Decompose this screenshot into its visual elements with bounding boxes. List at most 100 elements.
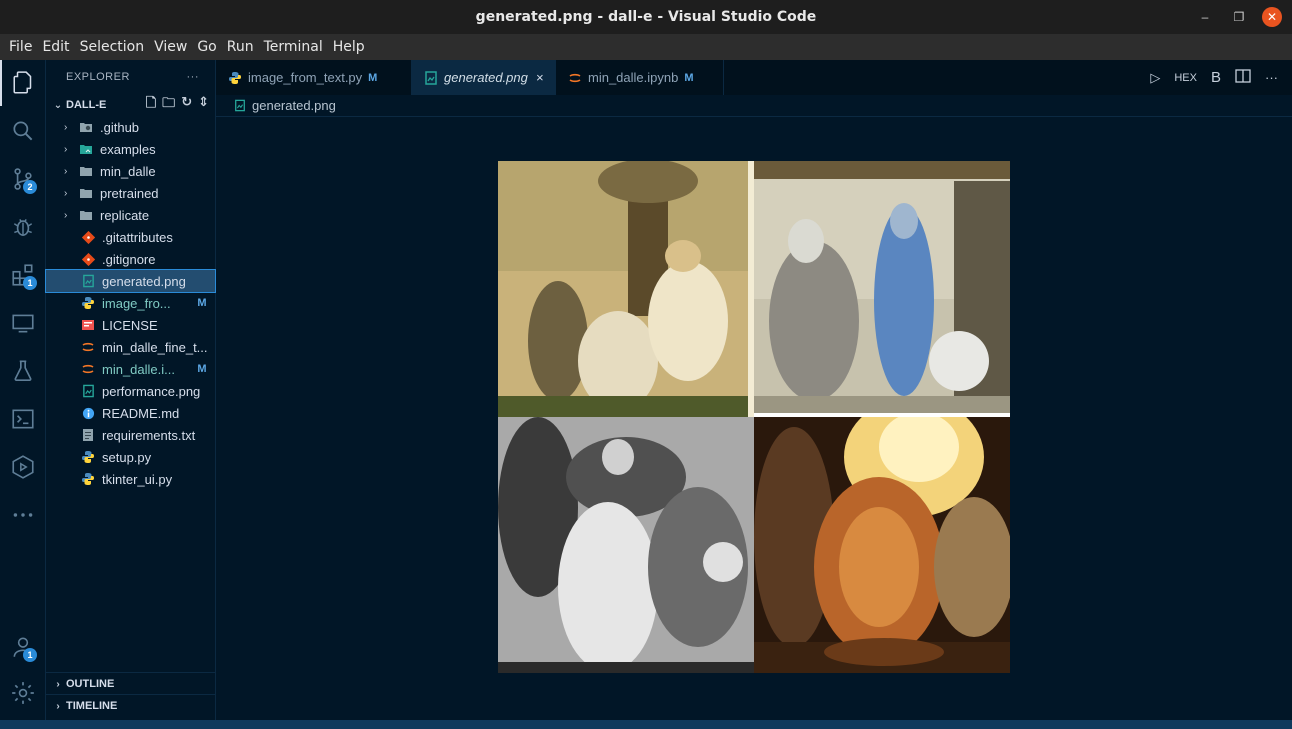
folder-icon [78,185,94,201]
menu-go[interactable]: Go [192,39,221,55]
tree-file[interactable]: setup.py [46,446,215,468]
search-activity[interactable] [0,108,46,154]
tree-item-label: performance.png [102,383,201,399]
chevron-down-icon: ⌄ [53,99,63,111]
workspace-folder-name: DALL-E [66,99,107,111]
image-tile-fire [754,417,1010,673]
tab-generated-png[interactable]: generated.png × [412,60,556,95]
tree-folder[interactable]: › examples [46,138,215,160]
tree-file[interactable]: LICENSE [46,314,215,336]
status-bar [0,720,1292,729]
tree-item-label: pretrained [100,185,159,201]
run-button[interactable]: ▷ [1150,70,1160,86]
explorer-sidebar: EXPLORER ··· ⌄ DALL-E 🗋 🗀 ↻ ⇕ › .github › e… [45,60,216,720]
tree-item-label: .gitignore [102,251,156,267]
new-folder-icon[interactable]: 🗀 [162,94,175,116]
debug-activity[interactable] [0,204,46,250]
gear-icon [12,682,34,704]
explorer-actions: 🗋 🗀 ↻ ⇕ [146,94,215,116]
image-icon [234,99,246,112]
close-tab-icon[interactable]: × [536,70,544,85]
tree-file[interactable]: requirements.txt [46,424,215,446]
image-icon [80,383,96,399]
timeline-section[interactable]: › TIMELINE [46,694,216,717]
tree-file[interactable]: .gitignore [46,248,215,270]
source-control-activity[interactable]: 2 [0,156,46,202]
terminal-activity[interactable] [0,396,46,442]
outline-title: OUTLINE [66,678,115,690]
ellipsis-icon [13,513,33,517]
menu-edit[interactable]: Edit [37,39,74,55]
jupyter-icon [568,71,582,85]
text-file-icon [80,427,96,443]
tree-folder[interactable]: › replicate [46,204,215,226]
tree-folder[interactable]: › pretrained [46,182,215,204]
chevron-right-icon: › [64,143,68,155]
workspace-folder-header[interactable]: ⌄ DALL-E 🗋 🗀 ↻ ⇕ [46,94,215,116]
git-icon [80,229,96,245]
tree-file[interactable]: image_fro... M [46,292,215,314]
new-file-icon[interactable]: 🗋 [146,94,156,116]
maximize-button[interactable]: ❐ [1222,0,1256,34]
modified-marker: M [684,71,694,84]
tree-file[interactable]: README.md [46,402,215,424]
tree-file[interactable]: min_dalle.i... M [46,358,215,380]
tab-label: image_from_text.py [248,70,363,85]
tree-item-label: README.md [102,405,180,421]
tree-file[interactable]: generated.png [45,269,216,293]
manage-activity[interactable] [0,670,46,716]
image-tile-blue [754,161,1010,417]
breadcrumb-file[interactable]: generated.png [252,98,336,113]
tree-file[interactable]: .gitattributes [46,226,215,248]
explorer-title: EXPLORER [66,71,130,83]
refresh-icon[interactable]: ↻ [181,94,192,116]
bold-button[interactable]: B [1211,69,1221,86]
chevron-right-icon: › [56,700,60,712]
testing-activity[interactable] [0,348,46,394]
tree-item-label: image_fro... [102,295,171,311]
flask-icon [14,360,32,382]
menu-selection[interactable]: Selection [75,39,150,55]
run-extension-activity[interactable] [0,444,46,490]
jupyter-icon [80,339,96,355]
collapse-all-icon[interactable]: ⇕ [198,94,209,116]
image-icon [80,273,96,289]
explorer-more-button[interactable]: ··· [187,71,200,83]
more-actions-button[interactable]: ··· [1265,70,1278,85]
menu-terminal[interactable]: Terminal [259,39,328,55]
tree-file[interactable]: min_dalle_fine_t... [46,336,215,358]
extensions-activity[interactable]: 1 [0,252,46,298]
explorer-activity[interactable] [0,60,46,106]
modified-marker: M [368,71,378,84]
tab-image-from-text[interactable]: image_from_text.py M [216,60,412,95]
tree-file[interactable]: tkinter_ui.py [46,468,215,490]
menu-file[interactable]: File [4,39,37,55]
tree-item-label: LICENSE [102,317,158,333]
chevron-right-icon: › [64,209,68,221]
tree-folder[interactable]: › min_dalle [46,160,215,182]
folder-icon [78,163,94,179]
chevron-right-icon: › [56,678,60,690]
generated-image[interactable] [498,161,1010,673]
bug-icon [13,218,33,236]
remote-explorer-activity[interactable] [0,300,46,346]
breadcrumb: generated.png [216,95,1292,117]
tree-item-label: min_dalle_fine_t... [102,339,208,355]
accounts-activity[interactable]: 1 [0,624,46,670]
tree-file[interactable]: performance.png [46,380,215,402]
explorer-header: EXPLORER ··· [46,60,215,94]
tab-min-dalle-ipynb[interactable]: min_dalle.ipynb M [556,60,724,95]
tree-folder[interactable]: › .github [46,116,215,138]
hex-button[interactable]: HEX [1174,72,1197,84]
git-icon [80,251,96,267]
menu-view[interactable]: View [149,39,192,55]
split-editor-icon[interactable] [1235,69,1251,86]
more-activity[interactable] [0,492,46,538]
outline-section[interactable]: › OUTLINE [46,672,216,695]
modified-marker: M [197,363,207,375]
close-window-button[interactable]: ✕ [1262,7,1282,27]
menu-run[interactable]: Run [222,39,259,55]
minimize-button[interactable]: – [1188,0,1222,34]
menu-bar: File Edit Selection View Go Run Terminal… [0,34,1292,60]
menu-help[interactable]: Help [328,39,370,55]
